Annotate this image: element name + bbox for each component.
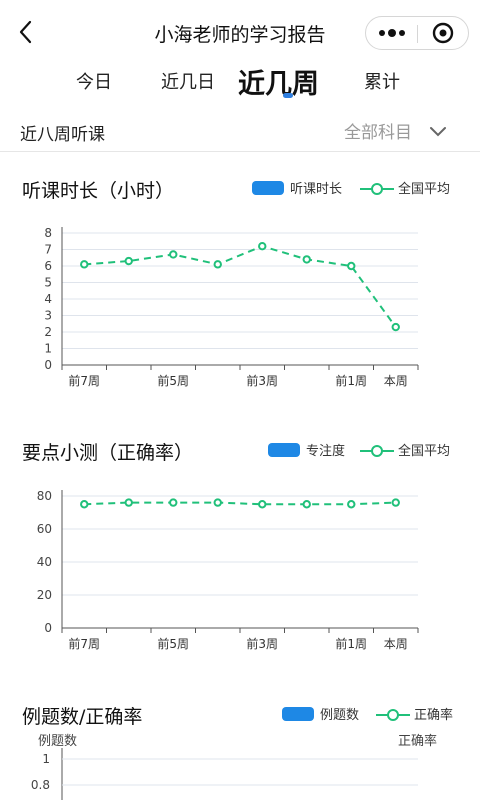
target-circle-icon [432,22,454,44]
tab-cumulative[interactable]: 累计 [364,68,400,94]
listen-duration-section: 听课时长（小时） 听课时长 全国平均 0 1 2 3 4 5 6 7 8 前7周 前5周 前3周 前1周… [0,170,480,400]
x-tick-label: 前3周 [246,373,278,388]
y-tick-label: 5 [44,276,52,290]
tab-recent-days[interactable]: 近几日 [161,68,215,94]
y-tick-label: 2 [44,325,52,339]
x-tick-label: 前1周 [335,636,367,651]
mini-program-capsule [365,16,469,50]
data-point [391,498,400,507]
y-tick-label: 8 [44,226,52,240]
x-tick-label: 前5周 [157,373,189,388]
x-tick-label: 前7周 [68,636,100,651]
quiz-chart: 0 20 40 60 80 前7周 前5周 前3周 前1周 本周 [37,489,419,651]
examples-section: 例题数/正确率 例题数 正确率 例题数 正确率 1 0.8 [0,698,480,800]
data-point [80,260,89,269]
subject-select[interactable]: 全部科目 [344,118,447,143]
data-point [258,242,267,251]
y-tick-label: 4 [44,292,52,306]
tab-recent-weeks[interactable]: 近几周 [238,62,319,101]
y-tick-label: 0.8 [31,778,50,792]
data-point [124,498,133,507]
more-button[interactable] [366,17,417,49]
data-point [347,500,356,509]
close-button[interactable] [418,17,469,49]
x-tick-label: 前3周 [246,636,278,651]
top-bar: 小海老师的学习报告 [0,0,480,62]
filter-title: 近八周听课 [20,125,105,145]
data-point [258,500,267,509]
y-tick-label: 40 [37,555,52,569]
data-point [213,260,222,269]
data-point [124,256,133,266]
x-tick-label: 前7周 [68,373,100,388]
y-tick-label: 20 [37,588,52,602]
x-tick-label: 前1周 [335,373,367,388]
data-point [347,261,356,271]
active-tab-indicator [283,93,293,98]
listen-duration-chart: 0 1 2 3 4 5 6 7 8 前7周 前5周 前3周 前1周 本周 [44,226,419,388]
y-tick-label: 80 [37,489,52,503]
y-tick-label: 1 [42,752,50,766]
examples-chart: 10.8 [31,748,418,800]
y-tick-label: 7 [44,243,52,257]
data-point [80,500,89,509]
x-tick-label: 本周 [384,374,408,388]
tab-today[interactable]: 今日 [76,68,112,94]
y-tick-label: 6 [44,259,52,273]
x-tick-label: 本周 [384,637,408,651]
data-point [302,500,311,509]
quiz-section: 要点小测（正确率） 专注度 全国平均 0 20 40 60 80 前7周 前5周 前3周 前1周… [0,432,480,662]
filter-row: 近八周听课 全部科目 [0,108,480,152]
chevron-down-icon [429,123,447,143]
data-point [213,498,222,507]
y-tick-label: 0 [44,358,52,372]
y-tick-label: 0 [44,621,52,635]
data-point [169,498,178,507]
data-point [169,250,178,259]
y-tick-label: 1 [44,342,52,356]
data-point [302,255,311,264]
y-tick-label: 3 [44,309,52,323]
y-tick-label: 60 [37,522,52,536]
subject-select-label: 全部科目 [344,123,412,143]
more-dots-icon [379,29,405,37]
period-tabs: 今日 近几日 近几周 累计 [0,58,480,104]
data-point [391,322,400,332]
x-tick-label: 前5周 [157,636,189,651]
